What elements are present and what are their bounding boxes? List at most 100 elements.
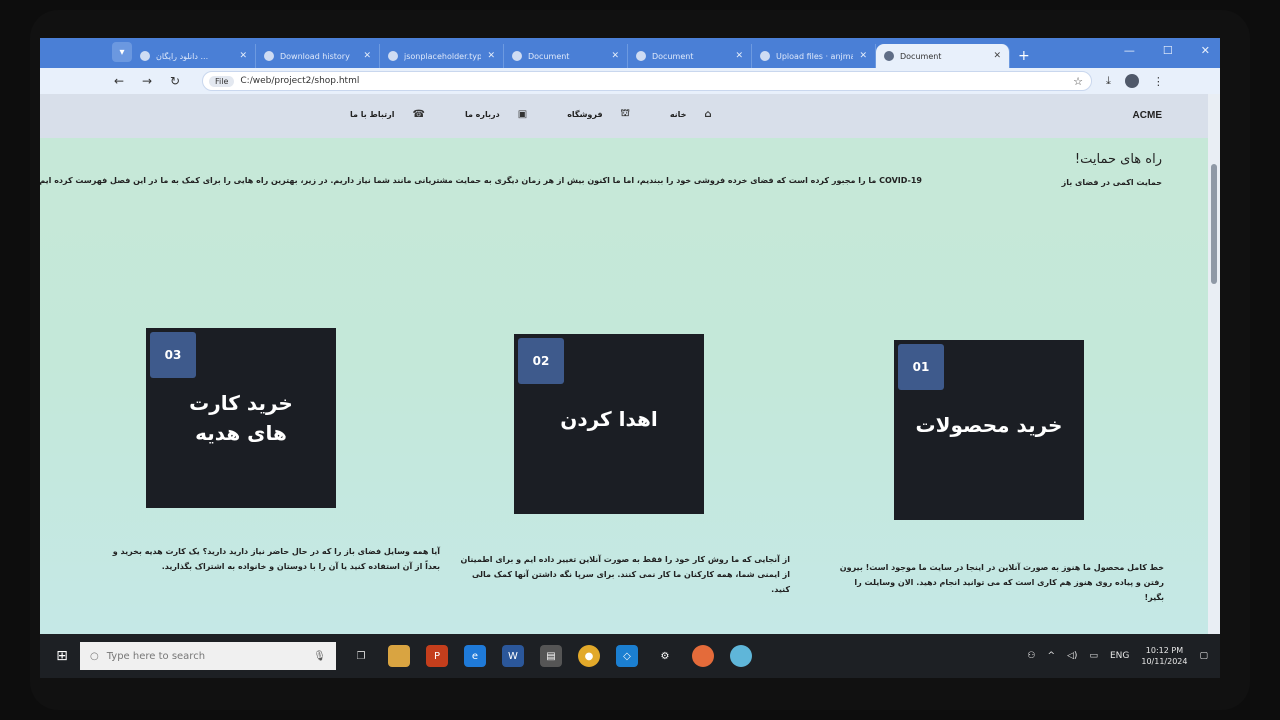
nav-item-about[interactable]: درباره ما ▣ <box>465 108 527 121</box>
close-icon[interactable]: ✕ <box>487 51 495 61</box>
new-tab-button[interactable]: + <box>1018 48 1030 64</box>
tab-title: Download history <box>280 51 350 61</box>
star-icon[interactable]: ☆ <box>1073 75 1083 88</box>
card-number: 01 <box>898 344 944 390</box>
window-controls: — ☐ ✕ <box>1124 44 1210 57</box>
tab[interactable]: Download history ✕ <box>256 44 380 68</box>
volume-icon[interactable]: ◁) <box>1067 651 1077 661</box>
tab-title: دانلود رایگان ... <box>156 51 209 61</box>
globe-icon <box>512 51 522 61</box>
app-icon[interactable] <box>730 645 752 667</box>
file-explorer-icon[interactable] <box>388 645 410 667</box>
avatar[interactable] <box>1124 74 1139 88</box>
tab[interactable]: Upload files · anjman ✕ <box>752 44 876 68</box>
task-view-icon[interactable]: ❐ <box>350 645 372 667</box>
site-logo[interactable]: ACME <box>1133 110 1162 121</box>
toolbar-actions: ⤓ ⋮ <box>1106 74 1164 88</box>
card-title: اهدا کردن <box>560 407 658 431</box>
globe-icon <box>140 51 150 61</box>
browser-toolbar: ← → ↻ File C:/web/project2/shop.html ☆ ⤓… <box>40 68 1220 94</box>
phone-icon: ☎ <box>412 109 425 120</box>
app-icon[interactable] <box>692 645 714 667</box>
nav-item-contact[interactable]: ارتباط با ما ☎ <box>350 108 425 121</box>
scroll-thumb[interactable] <box>1211 164 1217 284</box>
tab-title: Document <box>900 51 942 61</box>
tab-search-button[interactable]: ▾ <box>112 42 132 62</box>
maximize-icon[interactable]: ☐ <box>1163 44 1173 57</box>
taskbar-apps: ❐ P e W ▤ ● ◇ ⚙ <box>350 645 752 667</box>
globe-icon <box>636 51 646 61</box>
nav-item-home[interactable]: خانه ⌂ <box>670 108 712 121</box>
minimize-icon[interactable]: — <box>1124 44 1135 57</box>
tab[interactable]: Document ✕ <box>504 44 628 68</box>
close-icon[interactable]: ✕ <box>735 51 743 61</box>
word-icon[interactable]: W <box>502 645 524 667</box>
people-icon[interactable]: ⚇ <box>1027 651 1035 661</box>
tab-title: Document <box>528 51 570 61</box>
close-icon[interactable]: ✕ <box>993 51 1001 61</box>
nav-label: درباره ما <box>464 110 500 119</box>
tab[interactable]: دانلود رایگان ... ✕ <box>132 44 256 68</box>
basket-icon: ⛫ <box>620 108 630 119</box>
tab-title: Document <box>652 51 694 61</box>
card-number: 03 <box>150 332 196 378</box>
settings-icon[interactable]: ⚙ <box>654 645 676 667</box>
close-icon[interactable]: ✕ <box>363 51 371 61</box>
close-window-icon[interactable]: ✕ <box>1201 44 1210 57</box>
globe-icon <box>884 51 894 61</box>
search-icon: ○ <box>90 650 99 662</box>
language-indicator[interactable]: ENG <box>1110 651 1129 661</box>
taskbar-search[interactable]: ○ Type here to search 🎙 <box>80 642 336 670</box>
download-icon <box>264 51 274 61</box>
edge-icon[interactable]: e <box>464 645 486 667</box>
store-icon[interactable]: ▤ <box>540 645 562 667</box>
card-donate[interactable]: 02 اهدا کردن <box>514 334 704 514</box>
system-tray: ⚇ ^ ◁) ▭ ENG 10:12 PM 10/11/2024 ▢ <box>1027 645 1208 667</box>
home-icon: ⌂ <box>704 109 712 120</box>
date: 10/11/2024 <box>1141 657 1188 666</box>
close-icon[interactable]: ✕ <box>859 51 867 61</box>
card-description: خط کامل محصول ما هنوز به صورت آنلاین در … <box>839 563 1164 603</box>
windows-start-icon[interactable]: ⊞ <box>46 648 78 664</box>
chevron-up-icon[interactable]: ^ <box>1047 651 1055 661</box>
close-icon[interactable]: ✕ <box>611 51 619 61</box>
file-chip[interactable]: File <box>209 75 235 87</box>
forward-icon[interactable]: → <box>140 74 154 88</box>
powerpoint-icon[interactable]: P <box>426 645 448 667</box>
site-menu: ارتباط با ما ☎ درباره ما ▣ فروشگاه ⛫ خان… <box>350 108 712 121</box>
card-number: 02 <box>518 338 564 384</box>
notification-icon[interactable]: ▢ <box>1199 651 1208 661</box>
card-title: خرید کارت های هدیه <box>189 391 293 445</box>
chrome-icon[interactable]: ● <box>578 645 600 667</box>
reload-icon[interactable]: ↻ <box>168 74 182 88</box>
github-icon <box>760 51 770 61</box>
web-page: ارتباط با ما ☎ درباره ما ▣ فروشگاه ⛫ خان… <box>40 94 1220 634</box>
back-icon[interactable]: ← <box>112 74 126 88</box>
search-placeholder: Type here to search <box>106 650 206 662</box>
card-gift[interactable]: 03 خرید کارت های هدیه <box>146 328 336 508</box>
download-icon[interactable]: ⤓ <box>1106 74 1111 88</box>
tab-active[interactable]: Document ✕ <box>876 44 1010 68</box>
menu-icon[interactable]: ⋮ <box>1153 75 1164 88</box>
tab-title: jsonplaceholder.typic <box>404 51 482 61</box>
tab[interactable]: Document ✕ <box>628 44 752 68</box>
card-buy[interactable]: 01 خرید محصولات <box>894 340 1084 520</box>
battery-icon[interactable]: ▭ <box>1089 651 1098 661</box>
page-icon <box>388 51 398 61</box>
vscode-icon[interactable]: ◇ <box>616 645 638 667</box>
time: 10:12 PM <box>1145 645 1184 655</box>
tab[interactable]: jsonplaceholder.typic ✕ <box>380 44 504 68</box>
card-description: از آنجایی که ما روش کار خود را فقط به صو… <box>460 555 790 595</box>
tab-title: Upload files · anjman <box>776 51 854 61</box>
close-icon[interactable]: ✕ <box>239 51 247 61</box>
nav-item-shop[interactable]: فروشگاه ⛫ <box>567 108 630 121</box>
address-bar[interactable]: File C:/web/project2/shop.html ☆ <box>202 71 1092 91</box>
section-subtitle: حمایت اکمی در فضای باز <box>1061 178 1162 187</box>
nav-label: ارتباط با ما <box>350 110 395 119</box>
taskbar: ⊞ ○ Type here to search 🎙 ❐ P e W ▤ ● ◇ … <box>40 634 1220 678</box>
clock[interactable]: 10:12 PM 10/11/2024 <box>1141 645 1187 667</box>
card-description: آیا همه وسایل فضای باز را که در حال حاضر… <box>112 547 440 572</box>
site-navbar: ارتباط با ما ☎ درباره ما ▣ فروشگاه ⛫ خان… <box>40 94 1220 138</box>
microphone-icon[interactable]: 🎙 <box>313 651 326 662</box>
scrollbar[interactable] <box>1208 94 1220 634</box>
